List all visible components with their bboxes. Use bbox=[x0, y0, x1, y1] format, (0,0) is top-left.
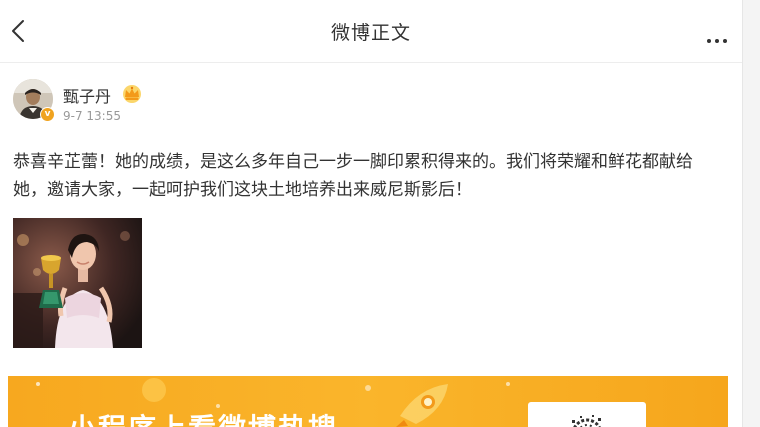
verified-v-icon: v bbox=[40, 107, 55, 122]
weibo-post-page: 微博正文 v 甄子丹 9-7 13:55 恭喜辛芷蕾！她的成绩，是这么多年自己一… bbox=[0, 0, 760, 427]
post-image[interactable] bbox=[13, 218, 142, 348]
more-horizontal-icon bbox=[707, 39, 727, 43]
post-time: 9-7 13:55 bbox=[63, 109, 121, 123]
crown-icon bbox=[123, 85, 141, 103]
more-button[interactable] bbox=[706, 29, 728, 43]
qr-code-icon bbox=[572, 415, 601, 427]
banner-text: 小程序上看微博热搜 bbox=[68, 407, 338, 427]
post-card: v 甄子丹 9-7 13:55 恭喜辛芷蕾！她的成绩，是这么多年自己一步一脚印累… bbox=[0, 63, 742, 427]
qr-code bbox=[528, 402, 646, 427]
miniprogram-banner[interactable]: 小程序上看微博热搜 bbox=[8, 376, 728, 427]
photo-thumbnail bbox=[13, 218, 142, 348]
post-text: 恭喜辛芷蕾！她的成绩，是这么多年自己一步一脚印累积得来的。我们将荣耀和鲜花都献给… bbox=[13, 152, 693, 200]
page-title: 微博正文 bbox=[330, 22, 411, 44]
author-name[interactable]: 甄子丹 bbox=[63, 83, 111, 107]
top-bar: 微博正文 bbox=[0, 0, 742, 63]
scrollbar[interactable] bbox=[742, 0, 760, 427]
